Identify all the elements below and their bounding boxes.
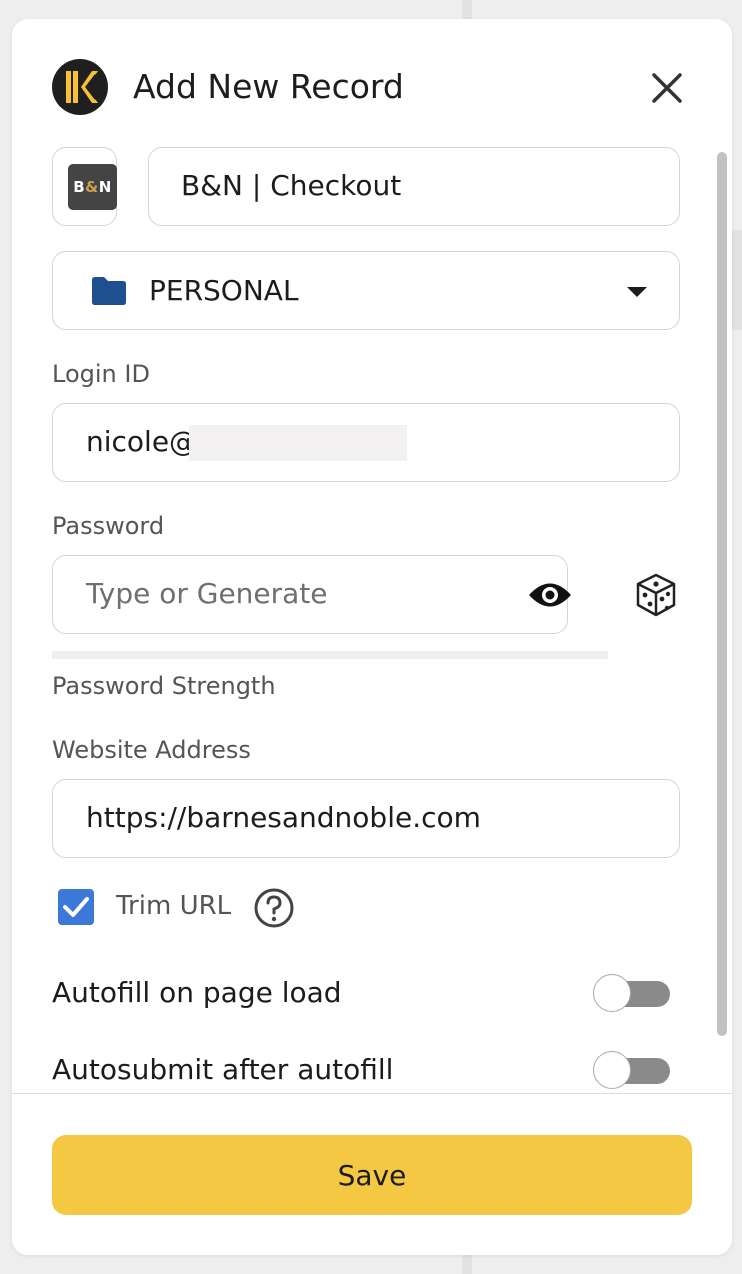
save-button[interactable]: Save bbox=[52, 1135, 692, 1215]
password-placeholder: Type or Generate bbox=[86, 577, 328, 610]
login-id-input[interactable]: nicole@ bbox=[52, 403, 680, 482]
caret-down-icon bbox=[627, 287, 647, 297]
folder-select[interactable]: PERSONAL bbox=[52, 251, 680, 330]
trim-url-checkbox[interactable] bbox=[58, 889, 94, 925]
brand-logo-text: B bbox=[73, 178, 86, 196]
scrollbar[interactable] bbox=[717, 152, 727, 1036]
toggle-knob bbox=[593, 1051, 631, 1089]
background-line bbox=[732, 230, 742, 330]
redacted-text bbox=[189, 425, 407, 461]
website-address-input[interactable]: https://barnesandnoble.com bbox=[52, 779, 680, 858]
record-title-input[interactable]: B&N | Checkout bbox=[148, 147, 680, 226]
password-strength-bar bbox=[52, 651, 608, 659]
login-id-label: Login ID bbox=[52, 360, 150, 388]
keeper-logo-icon bbox=[52, 59, 108, 115]
password-strength-label: Password Strength bbox=[52, 672, 276, 700]
record-icon-tile[interactable]: B & N bbox=[52, 147, 117, 226]
toggle-knob bbox=[593, 974, 631, 1012]
generate-password-button[interactable] bbox=[632, 571, 680, 619]
close-button[interactable] bbox=[648, 69, 686, 107]
autofill-on-load-label: Autofill on page load bbox=[52, 976, 342, 1009]
login-id-value: nicole@ bbox=[86, 425, 198, 458]
password-label: Password bbox=[52, 512, 165, 540]
background-line bbox=[462, 1255, 472, 1274]
folder-icon bbox=[92, 277, 126, 305]
toggle-visibility-button[interactable] bbox=[527, 580, 573, 610]
help-circle-icon bbox=[254, 888, 294, 928]
brand-logo-text: N bbox=[98, 178, 112, 196]
autofill-on-load-toggle[interactable] bbox=[593, 974, 670, 1012]
checkmark-icon bbox=[63, 897, 89, 917]
autosubmit-label: Autosubmit after autofill bbox=[52, 1053, 394, 1086]
add-record-panel: Add New Record B & N B&N | Checkout PERSON… bbox=[12, 19, 732, 1255]
trim-url-label: Trim URL bbox=[116, 891, 232, 921]
footer: Save bbox=[12, 1094, 732, 1255]
folder-selected-value: PERSONAL bbox=[149, 274, 299, 307]
trim-url-help-button[interactable] bbox=[253, 887, 295, 929]
brand-logo: B & N bbox=[68, 164, 117, 210]
brand-logo-text: & bbox=[85, 178, 99, 196]
dice-icon bbox=[636, 573, 676, 617]
eye-icon bbox=[529, 583, 571, 607]
password-input[interactable]: Type or Generate bbox=[52, 555, 571, 634]
close-icon bbox=[652, 73, 682, 103]
background-line bbox=[462, 0, 472, 19]
website-address-value: https://barnesandnoble.com bbox=[86, 801, 481, 834]
autosubmit-toggle[interactable] bbox=[593, 1051, 670, 1089]
page-title: Add New Record bbox=[133, 67, 404, 106]
website-address-label: Website Address bbox=[52, 736, 251, 764]
record-title-value: B&N | Checkout bbox=[181, 169, 402, 202]
